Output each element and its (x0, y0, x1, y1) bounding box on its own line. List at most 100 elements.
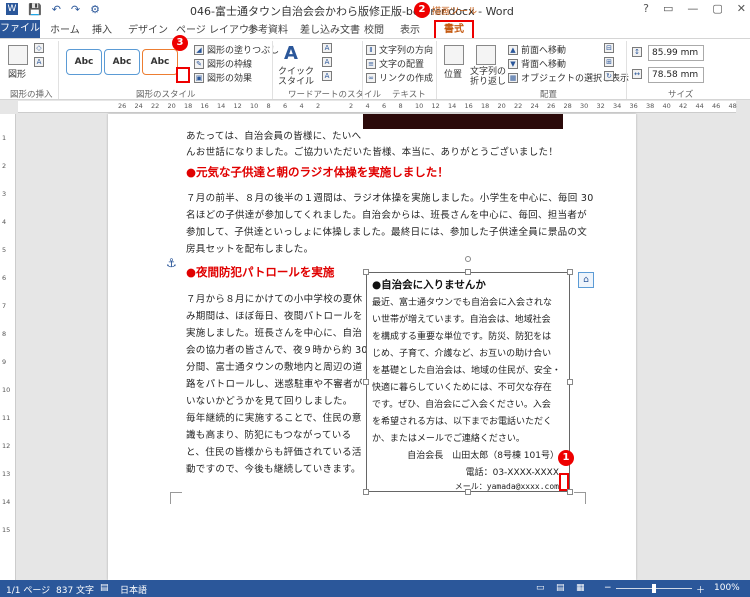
edit-shape-icon[interactable]: ◇ (34, 43, 44, 53)
crop-mark (170, 492, 182, 504)
customize-icon[interactable]: ⚙ (90, 3, 100, 16)
resize-handle[interactable] (363, 379, 369, 385)
shape-style-1[interactable]: Abc (66, 49, 102, 75)
position-label[interactable]: 位置 (444, 67, 462, 80)
ruler-number: 42 (679, 102, 688, 110)
resize-handle[interactable] (465, 489, 471, 495)
resize-handle[interactable] (567, 269, 573, 275)
print-layout-icon[interactable]: ▤ (556, 583, 565, 593)
shape-style-3[interactable]: Abc (142, 49, 178, 75)
signature-phone: 電話：03-XXXX-XXXX (465, 468, 559, 478)
tab-view[interactable]: 表示 (400, 21, 420, 36)
tab-mailings[interactable]: 差し込み文書 (300, 21, 360, 36)
tab-home[interactable]: ホーム (50, 21, 80, 36)
text-direction-button[interactable]: Ⅱ 文字列の方向 (366, 43, 433, 56)
tab-page-layout[interactable]: ページ レイアウト (176, 21, 259, 36)
shape-style-2[interactable]: Abc (104, 49, 140, 75)
tab-format[interactable]: 書式 (434, 20, 474, 38)
ruler-number: 24 (530, 102, 539, 110)
horizontal-ruler[interactable]: 26 24 22 20 18 16 14 12 10 8 6 4 2 2 4 6 8 10 12 14 16 18 20 22… (18, 101, 737, 113)
vertical-ruler[interactable]: 1 2 3 4 5 6 7 8 9 10 11 12 13 14 15 (0, 114, 16, 580)
text-effects-icon[interactable]: A (322, 71, 332, 81)
ruler-number: 8 (2, 330, 7, 338)
resize-handle[interactable] (465, 269, 471, 275)
resize-handle[interactable] (567, 489, 573, 495)
textbox-line: 最近、富士通タウンでも自治会に入会されな (372, 298, 553, 308)
width-field[interactable]: 78.58 mm (648, 67, 704, 83)
send-backward-button[interactable]: ▼ 背面へ移動 (508, 57, 566, 70)
wrap-text-icon[interactable] (476, 45, 496, 65)
ruler-number: 22 (514, 102, 523, 110)
text-outline-icon[interactable]: A (322, 57, 332, 67)
ruler-number: 2 (316, 102, 321, 110)
ruler-number: 5 (2, 246, 7, 254)
help-icon[interactable]: ? (643, 2, 649, 15)
more-styles-highlight[interactable] (176, 67, 190, 83)
wrap-text-label[interactable]: 文字列の 折り返し (470, 67, 506, 87)
proofing-icon[interactable]: ▤ (100, 583, 109, 593)
create-link-button[interactable]: ∞ リンクの作成 (366, 71, 433, 84)
ruler-number: 16 (200, 102, 209, 110)
align-objects-icon[interactable]: ⊟ (604, 43, 614, 53)
textbox-line: か、またはメールでご連絡ください。 (372, 434, 525, 444)
language[interactable]: 日本語 (120, 583, 147, 596)
redo-icon[interactable]: ↷ (71, 3, 80, 16)
tab-file[interactable]: ファイル (0, 20, 40, 38)
paragraph-line: 毎年継続的に実施することで、住民の意 (186, 413, 362, 424)
document-page[interactable]: あたっては、自治会員の皆様に、たいへ んお世話になりました。ご協力いただいた皆様… (108, 114, 636, 580)
ruler-number: 12 (2, 442, 11, 450)
textbox-line: を希望される方は、以下までお電話いただく (372, 417, 553, 427)
shape-outline-button[interactable]: ✎ 図形の枠線 (194, 57, 252, 70)
resize-handle[interactable] (363, 489, 369, 495)
ruler-number: 11 (2, 414, 11, 422)
bring-forward-button[interactable]: ▲ 前面へ移動 (508, 43, 566, 56)
rotate-handle[interactable] (465, 256, 471, 262)
quick-styles-icon[interactable]: A (284, 43, 298, 64)
web-layout-icon[interactable]: ▦ (576, 583, 585, 593)
resize-handle[interactable] (363, 269, 369, 275)
zoom-slider-thumb[interactable] (652, 584, 656, 593)
quick-styles-label[interactable]: クイック スタイル (278, 67, 314, 87)
ruler-number: 46 (712, 102, 721, 110)
paragraph-line: 房具セットを配布しました。 (186, 244, 314, 255)
ribbon-display-icon[interactable]: ▭ (663, 2, 673, 15)
minimize-icon[interactable]: — (687, 2, 698, 15)
save-icon[interactable]: 💾 (28, 3, 42, 16)
textbox-line: じめ、子育て、介護など、お互いの助け合い (372, 349, 552, 359)
text-align-button[interactable]: ≡ 文字の配置 (366, 57, 424, 70)
close-icon[interactable]: ✕ (737, 2, 746, 15)
ruler-number: 18 (184, 102, 193, 110)
tab-insert[interactable]: 挿入 (92, 21, 112, 36)
shapes-icon[interactable] (8, 45, 28, 65)
tab-design[interactable]: デザイン (128, 21, 168, 36)
ruler-number: 6 (382, 102, 387, 110)
text-fill-icon[interactable]: A (322, 43, 332, 53)
intro-line: あたっては、自治会員の皆様に、たいへ (186, 131, 362, 142)
shape-fill-button[interactable]: ◢ 図形の塗りつぶし (194, 43, 279, 56)
textbox-line: です。ぜひ、自治会にご入会ください。入会 (372, 400, 551, 410)
zoom-level[interactable]: 100% (714, 583, 740, 593)
ribbon-divider (58, 41, 59, 99)
page-count[interactable]: 1/1 ページ (6, 583, 50, 596)
position-icon[interactable] (444, 45, 464, 65)
zoom-out-icon[interactable]: − (604, 583, 612, 593)
ruler-number: 24 (134, 102, 143, 110)
shape-effects-button[interactable]: ▣ 図形の効果 (194, 71, 252, 84)
paragraph-line: いないかどうかを見て回りしました。 (186, 396, 353, 407)
height-field[interactable]: 85.99 mm (648, 45, 704, 61)
ruler-number: 2 (349, 102, 354, 110)
draw-textbox-icon[interactable]: A (34, 57, 44, 67)
tab-references[interactable]: 参考資料 (248, 21, 288, 36)
word-count[interactable]: 837 文字 (56, 583, 94, 596)
undo-icon[interactable]: ↶ (52, 3, 61, 16)
resize-handle[interactable] (567, 379, 573, 385)
anchor-icon[interactable]: ⚓ (166, 256, 177, 270)
tab-review[interactable]: 校閲 (364, 21, 384, 36)
group-objects-icon[interactable]: ⊞ (604, 57, 614, 67)
maximize-icon[interactable]: ▢ (712, 2, 722, 15)
layout-options-icon[interactable]: ⌂ (578, 272, 594, 288)
read-mode-icon[interactable]: ▭ (536, 583, 545, 593)
zoom-in-icon[interactable]: ＋ (696, 583, 705, 596)
membership-textbox[interactable]: ●自治会に入りませんか 最近、富士通タウンでも自治会に入会されな い世帯が増えて… (366, 272, 570, 492)
rotate-icon[interactable]: ↻ (604, 71, 614, 81)
